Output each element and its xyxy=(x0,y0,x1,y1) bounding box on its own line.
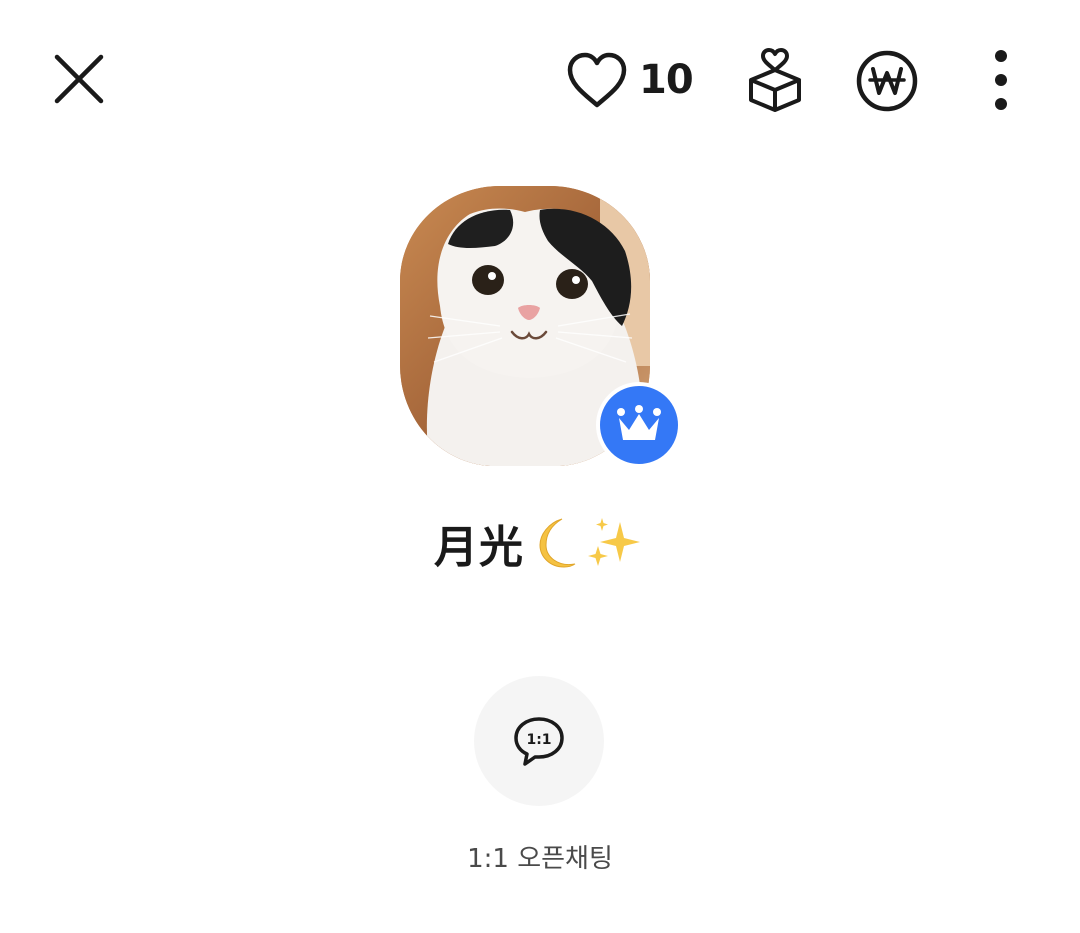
profile-name-row: 月光 xyxy=(0,508,1080,578)
gift-button[interactable] xyxy=(742,44,808,116)
crown-badge xyxy=(596,382,682,468)
won-currency-icon xyxy=(856,50,918,112)
open-chat-button[interactable]: 1:1 xyxy=(474,676,604,806)
crescent-moon-emoji xyxy=(528,515,580,571)
open-chat-label: 1:1 오픈채팅 xyxy=(467,844,613,874)
crown-icon xyxy=(617,405,661,440)
profile-avatar-container[interactable] xyxy=(400,186,682,468)
chat-bubble-1to1-icon: 1:1 xyxy=(514,717,564,766)
close-button[interactable] xyxy=(44,44,114,114)
payment-button[interactable] xyxy=(852,46,922,116)
close-icon xyxy=(54,54,104,104)
sparkles-emoji xyxy=(584,514,646,572)
heart-outline-icon xyxy=(567,52,627,108)
more-options-button[interactable] xyxy=(980,44,1022,116)
profile-screen: 10 月光 1:1 1:1 오픈채팅 xyxy=(0,0,1080,933)
profile-name: 月光 xyxy=(434,522,524,573)
more-vertical-icon xyxy=(995,50,1007,110)
gift-box-icon xyxy=(749,48,801,112)
like-button[interactable]: 10 xyxy=(565,48,705,112)
top-bar: 10 xyxy=(0,0,1080,160)
like-count: 10 xyxy=(639,57,694,103)
chat-icon-text: 1:1 xyxy=(526,732,551,748)
